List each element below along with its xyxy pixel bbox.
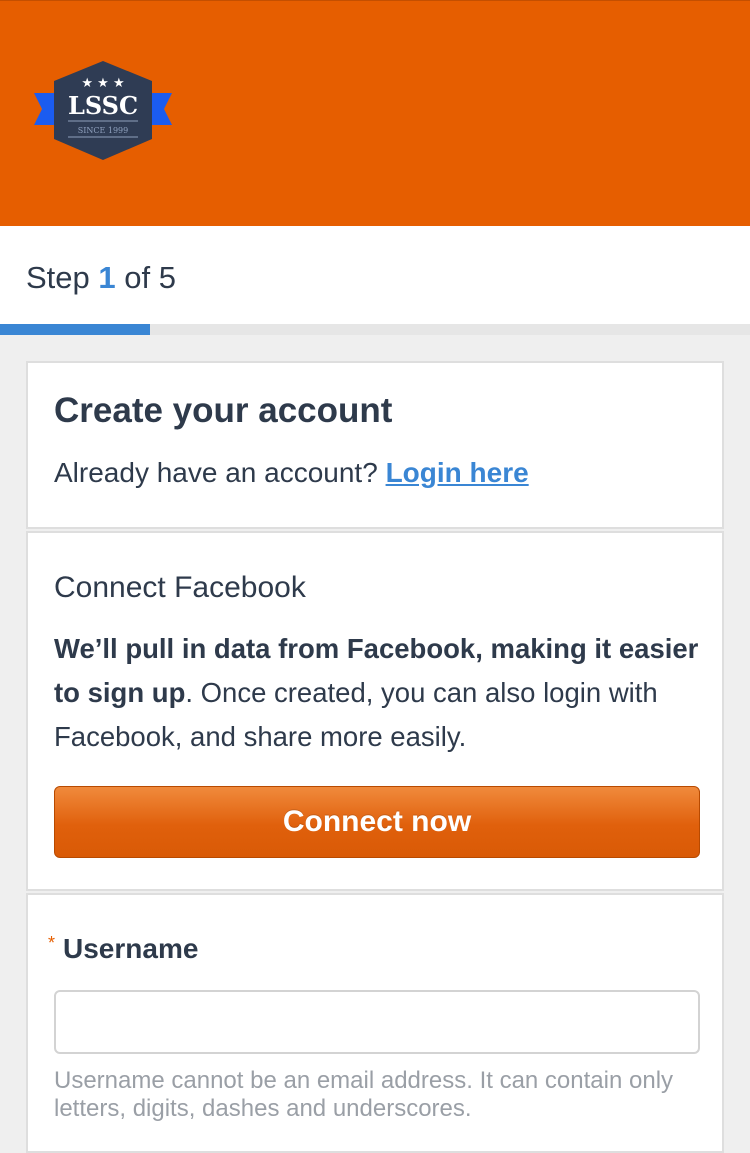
svg-text:LSSC: LSSC [68, 91, 138, 120]
required-marker: * [48, 933, 56, 953]
login-prompt: Already have an account? Login here [54, 457, 529, 489]
username-label: Username [63, 933, 199, 964]
svg-text:★ ★ ★: ★ ★ ★ [81, 76, 124, 91]
create-account-card: Create your account Already have an acco… [26, 361, 724, 529]
progress-track [0, 324, 750, 335]
svg-text:SINCE 1999: SINCE 1999 [78, 126, 129, 135]
facebook-heading: Connect Facebook [54, 571, 306, 604]
username-card: * Username Username cannot be an email a… [26, 893, 724, 1153]
step-suffix: of 5 [124, 260, 176, 295]
page-title: Create your account [54, 391, 393, 430]
username-hint: Username cannot be an email address. It … [54, 1067, 674, 1122]
facebook-connect-card: Connect Facebook We’ll pull in data from… [26, 531, 724, 891]
current-step-number: 1 [98, 260, 116, 295]
facebook-description: We’ll pull in data from Facebook, making… [54, 627, 704, 759]
login-link[interactable]: Login here [386, 457, 529, 488]
username-input[interactable] [54, 990, 700, 1054]
progress-fill [0, 324, 150, 335]
header-bar: ★ ★ ★ LSSC SINCE 1999 [0, 0, 750, 226]
lssc-logo[interactable]: ★ ★ ★ LSSC SINCE 1999 [32, 59, 174, 163]
already-have-account-text: Already have an account? [54, 457, 378, 488]
step-indicator: Step 1 of 5 [26, 258, 176, 298]
step-prefix: Step [26, 260, 90, 295]
connect-facebook-button[interactable]: Connect now [54, 786, 700, 858]
